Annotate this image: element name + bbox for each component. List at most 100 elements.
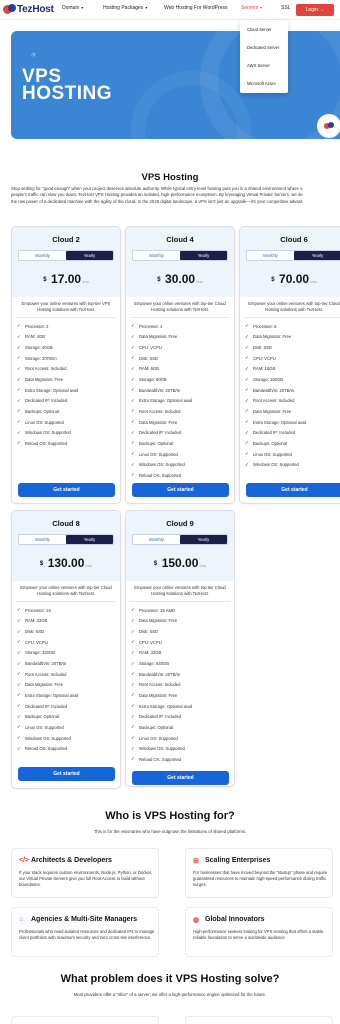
feature-item: ✓ Dedicated IP: Included [131, 711, 231, 722]
get-started-button[interactable]: Get started [18, 483, 115, 497]
yearly-toggle[interactable]: Yearly [180, 535, 227, 544]
who-card-text: Professionals who need isolated resource… [19, 929, 155, 940]
feature-label: Data Migration: Free [25, 377, 64, 383]
monthly-toggle[interactable]: Monthly [133, 535, 180, 544]
check-icon: ✓ [17, 344, 21, 350]
check-icon: ✓ [245, 355, 249, 361]
feature-item: ✓ Linux OS: Supported [131, 733, 231, 744]
check-icon: ✓ [17, 671, 21, 677]
feature-item: ✓ Linux OS: Supported [17, 722, 117, 733]
menu-item-microsoft-azure[interactable]: Microsoft Azure [247, 81, 276, 86]
who-card-title: Global Innovators [205, 916, 265, 923]
feature-label: Data Migration: Free [253, 408, 292, 414]
logo[interactable]: TezHost [3, 4, 54, 15]
feature-label: Reload OS: Supported [139, 756, 182, 762]
feature-label: RAM: 32GB [139, 650, 162, 656]
check-icon: ✓ [17, 355, 21, 361]
get-started-button[interactable]: Get started [246, 483, 340, 497]
feature-label: Linux OS: Supported [25, 419, 64, 425]
login-label: Login [305, 7, 318, 13]
feature-list: ✓ Processor: 16 AMD ✓ Data Migration: Free ✓… [131, 605, 231, 765]
get-started-button[interactable]: Get started [18, 767, 115, 781]
check-icon: ✓ [245, 408, 249, 414]
building-icon: ⌂ [19, 916, 24, 923]
arrow-right-icon: → [319, 7, 325, 13]
monthly-toggle[interactable]: Monthly [133, 251, 180, 260]
check-icon: ✓ [17, 724, 21, 730]
check-icon: ✓ [17, 649, 21, 655]
feature-label: Storage: 20TB/m [25, 355, 57, 361]
menu-item-cloud-server[interactable]: Cloud Server [247, 27, 271, 32]
check-icon: ✓ [17, 735, 21, 740]
check-icon: ✓ [17, 681, 21, 687]
menu-item-aws-server[interactable]: AWS Server [247, 63, 270, 68]
feature-item: ✓ Storage: 640GB [131, 658, 231, 669]
feature-item: ✓ Data Migration: Free [131, 417, 231, 428]
nav-hosting-packages[interactable]: Hosting Packages ▾ [103, 5, 147, 11]
plan-name: Cloud 8 [52, 519, 80, 528]
logo-text: TezHost [17, 4, 54, 15]
feature-label: Linux OS: Supported [139, 451, 178, 457]
monthly-toggle[interactable]: Monthly [247, 251, 294, 260]
chevron-down-icon: ▾ [81, 5, 84, 10]
check-icon: ✓ [17, 333, 21, 339]
get-started-button[interactable]: Get started [132, 771, 229, 785]
nav-wordpress[interactable]: Web Hosting For WordPress [164, 5, 227, 11]
check-icon: ✓ [245, 376, 249, 382]
feature-item: ✓ RAM: 4GB [17, 332, 117, 343]
nav-domain[interactable]: Domain ▾ [62, 5, 83, 11]
feature-label: Data Migration: Free [139, 334, 178, 340]
feature-label: Dedicated IP: Included [139, 430, 182, 436]
feature-item: ✓ Backups: Optional [131, 438, 231, 449]
nav-servers[interactable]: Servers ▾ [241, 5, 262, 11]
scale-icon: ⊞ [193, 858, 199, 865]
check-icon: ✓ [17, 440, 21, 446]
problem-card [11, 1016, 159, 1024]
nav-ssl[interactable]: SSL [281, 5, 290, 11]
plan-description: Empower your online ventures with top-ti… [134, 301, 226, 312]
feature-item: ✓ Processor: 2 [17, 321, 117, 332]
divider [130, 601, 230, 602]
monthly-toggle[interactable]: Monthly [19, 251, 66, 260]
check-icon: ✓ [131, 649, 135, 655]
feature-label: RAM: 32GB [25, 618, 48, 624]
feature-label: RAM: 4GB [25, 334, 46, 340]
feature-label: Processor: 2 [25, 323, 49, 329]
chevron-down-icon: ▾ [260, 5, 263, 10]
problem-section-title: What problem does it VPS Hosting solve? [60, 973, 280, 985]
feature-label: Bandwidth/m: 20TB/m [25, 661, 67, 667]
feature-label: Extra Storage: Optional avail [25, 692, 79, 698]
check-icon: ✓ [245, 333, 249, 339]
feature-item: ✓ Linux OS: Supported [245, 449, 340, 460]
check-icon: ✓ [17, 387, 21, 393]
feature-item: ✓ Root Access: Included [17, 364, 117, 375]
feature-label: Storage: 80GB [139, 377, 167, 383]
check-icon: ✓ [17, 745, 21, 751]
feature-label: Processor: 4 [139, 323, 163, 329]
yearly-toggle[interactable]: Yearly [180, 251, 227, 260]
hero-title: VPS HOSTING [22, 67, 112, 103]
plan-description: Empower your online ventures with top-ti… [20, 585, 112, 596]
check-icon: ✓ [17, 703, 21, 709]
globe-icon: ◍ [193, 917, 200, 924]
feature-label: Processor: 16 [25, 607, 51, 613]
login-button[interactable]: Login → [296, 4, 334, 16]
get-started-button[interactable]: Get started [132, 483, 229, 497]
feature-item: ✓ Backups: Optional [17, 711, 117, 722]
yearly-toggle[interactable]: Yearly [66, 251, 113, 260]
feature-item: ✓ Storage: 80GB [131, 374, 231, 385]
feature-item: ✓ Processor: 16 [17, 605, 117, 616]
monthly-toggle[interactable]: Monthly [19, 535, 66, 544]
feature-label: Backups: Optional [25, 714, 59, 720]
billing-toggle: Monthly Yearly [18, 534, 114, 545]
feature-label: CPU: VCPU [253, 355, 276, 361]
feature-item: ✓ CPU: VCPU [17, 637, 117, 648]
feature-item: ✓ Data Migration: Free [131, 690, 231, 701]
feature-label: Root Access: Included [253, 398, 295, 404]
who-card-text: High-performance seekers looking for VPS… [193, 929, 325, 940]
yearly-toggle[interactable]: Yearly [66, 535, 113, 544]
plan-description: Empower your online ventures with top-ti… [21, 301, 111, 312]
yearly-toggle[interactable]: Yearly [294, 251, 340, 260]
menu-item-dedicated-server[interactable]: Dedicated Server [247, 45, 279, 50]
check-icon: ✓ [131, 365, 135, 371]
